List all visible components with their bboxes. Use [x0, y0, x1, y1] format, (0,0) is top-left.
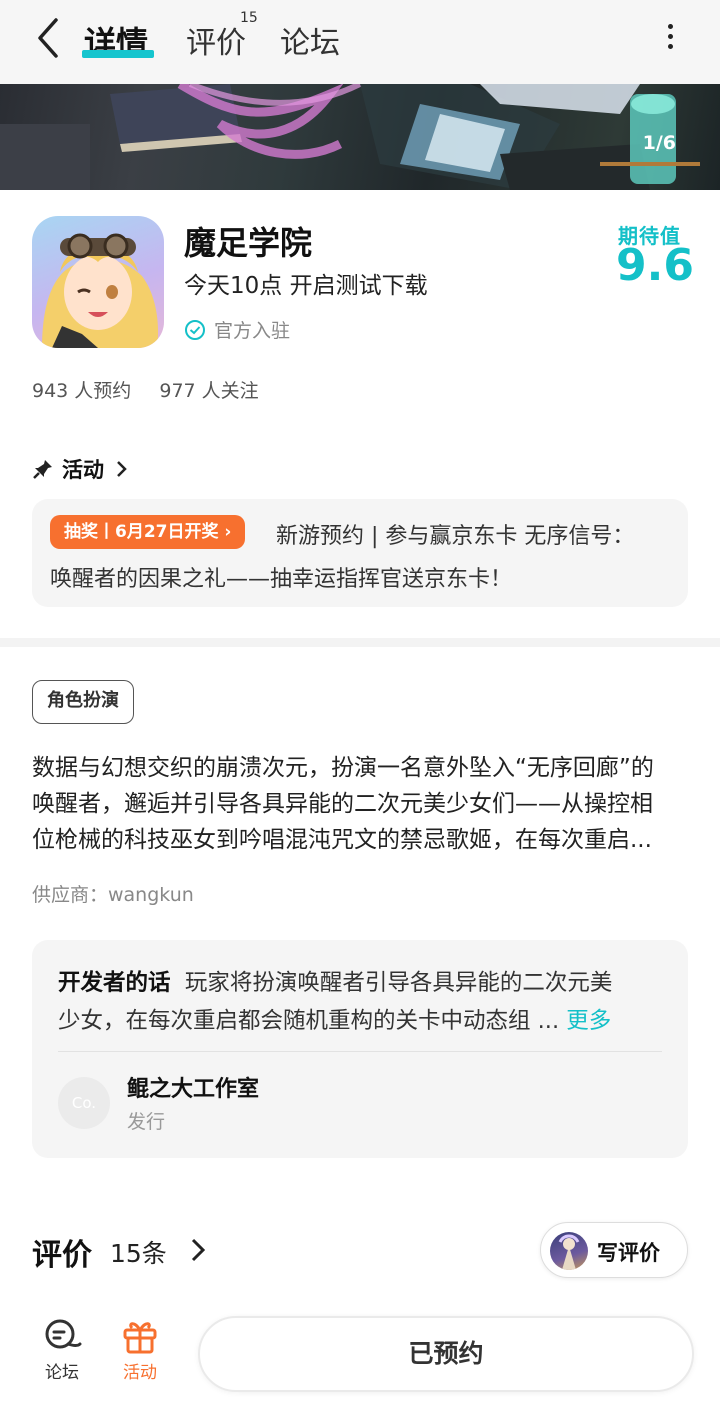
forum-chat-icon: [45, 1319, 82, 1349]
follower-count: 977 人关注: [159, 380, 259, 402]
activity-text-line1: 新游预约 | 参与赢京东卡 无序信号：: [276, 524, 635, 549]
section-divider: [0, 638, 720, 647]
supplier-info: 供应商：wangkun: [32, 884, 194, 906]
developer-note: 开发者的话 玩家将扮演唤醒者引导各具异能的二次元美 少女，在每次重启都会随机重构…: [58, 964, 668, 1040]
developer-note-label: 开发者的话: [58, 970, 171, 996]
game-description[interactable]: 数据与幻想交织的崩溃次元，扮演一名意外坠入“无序回廊”的 唤醒者，邂逅并引导各具…: [32, 750, 692, 858]
more-options-icon[interactable]: [660, 20, 680, 54]
banner-artwork: [0, 84, 700, 190]
reservation-count: 943 人预约: [32, 380, 132, 402]
tab-forum[interactable]: 论坛: [280, 18, 340, 62]
pin-icon: [33, 460, 52, 479]
active-tab-indicator: [82, 50, 154, 58]
chevron-right-icon: ›: [224, 522, 232, 542]
description-line: 数据与幻想交织的崩溃次元，扮演一名意外坠入“无序回廊”的: [32, 755, 654, 781]
activity-button[interactable]: 活动: [110, 1318, 170, 1383]
write-review-button[interactable]: 写评价: [540, 1222, 688, 1278]
back-icon[interactable]: [30, 16, 70, 60]
chevron-right-icon: [117, 461, 127, 477]
description-line: 位枪械的科技巫女到吟唱混沌咒文的禁忌歌姬，在每次重启...: [32, 827, 652, 853]
forum-button[interactable]: 论坛: [32, 1318, 92, 1383]
official-label: 官方入驻: [214, 320, 291, 342]
chevron-right-icon[interactable]: [186, 1236, 210, 1268]
app-release-info: 今天10点 开启测试下载: [184, 273, 428, 299]
developer-note-line1: 玩家将扮演唤醒者引导各具异能的二次元美: [184, 970, 613, 996]
review-count-badge: 15: [240, 10, 258, 26]
lottery-badge-label: 抽奖丨6月27日开奖: [64, 522, 219, 542]
bottom-action-bar: 论坛 活动 已预约: [0, 1300, 720, 1406]
developer-card[interactable]: 开发者的话 玩家将扮演唤醒者引导各具异能的二次元美 少女，在每次重启都会随机重构…: [32, 940, 688, 1158]
app-name: 魔足学院: [184, 224, 313, 262]
description-line: 唤醒者，邂逅并引导各具异能的二次元美少女们——从操控相: [32, 791, 653, 817]
write-review-label: 写评价: [597, 1241, 660, 1265]
tab-review[interactable]: 评价: [186, 18, 246, 62]
developer-note-line2: 少女，在每次重启都会随机重构的关卡中动态组 ...: [58, 1008, 560, 1034]
user-avatar: [550, 1232, 588, 1270]
genre-tag[interactable]: 角色扮演: [32, 680, 134, 724]
reserved-button[interactable]: 已预约: [198, 1316, 694, 1392]
top-nav-bar: 详情 评价 15 论坛: [0, 0, 720, 84]
forum-label: 论坛: [45, 1363, 79, 1383]
activity-text-line2: 唤醒者的因果之礼——抽幸运指挥官送京东卡！: [50, 567, 513, 592]
studio-name[interactable]: 鲲之大工作室: [127, 1071, 259, 1103]
reviews-title[interactable]: 评价: [32, 1230, 92, 1274]
banner-page-counter: 1/6: [642, 132, 676, 154]
more-link[interactable]: 更多: [566, 1008, 611, 1034]
card-divider: [58, 1051, 662, 1052]
app-stats: 943 人预约 977 人关注: [32, 376, 281, 403]
reviews-count[interactable]: 15条: [110, 1234, 167, 1270]
studio-avatar[interactable]: Co.: [58, 1077, 110, 1129]
activity-section-header[interactable]: 活动: [32, 454, 140, 484]
activity-title: 活动: [62, 458, 104, 482]
expectation-score: 9.6: [616, 240, 694, 291]
official-badge: 官方入驻: [184, 316, 290, 343]
studio-role: 发行: [127, 1111, 166, 1133]
verified-icon: [185, 319, 205, 340]
screenshot-banner[interactable]: 1/6: [0, 84, 720, 190]
app-icon: [32, 216, 164, 348]
activity-card[interactable]: 抽奖丨6月27日开奖 › 新游预约 | 参与赢京东卡 无序信号： 唤醒者的因果之…: [32, 499, 688, 607]
lottery-badge[interactable]: 抽奖丨6月27日开奖 ›: [50, 515, 246, 549]
activity-tab-label: 活动: [123, 1363, 157, 1383]
gift-icon: [123, 1322, 157, 1354]
